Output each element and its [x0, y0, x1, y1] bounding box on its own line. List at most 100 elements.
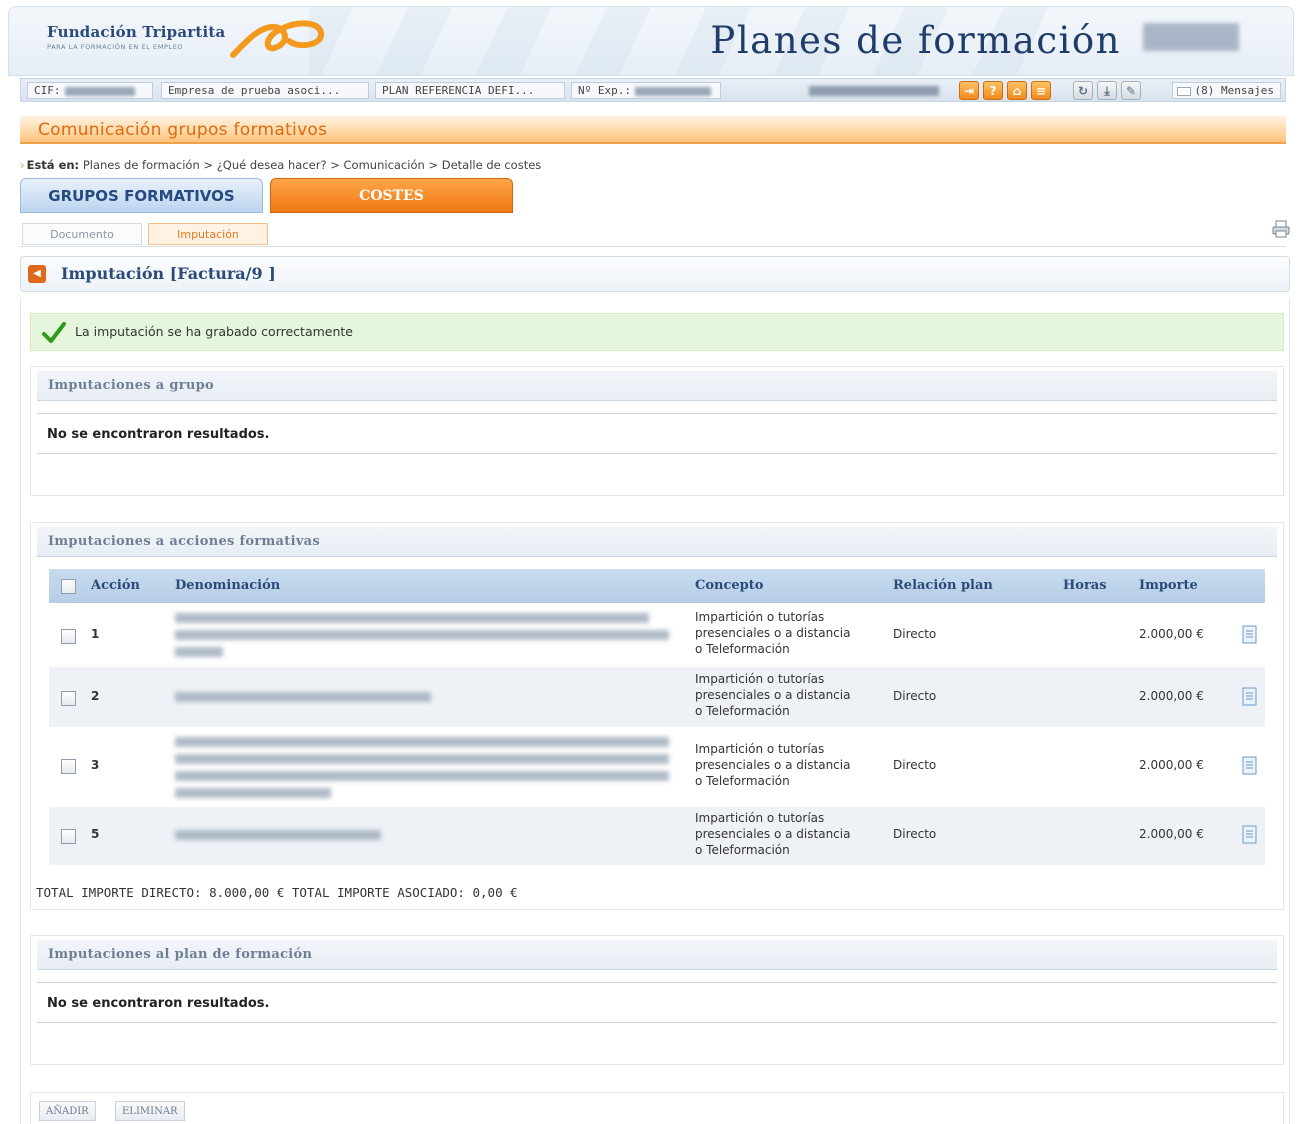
delete-button[interactable]: ELIMINAR [115, 1101, 185, 1121]
redacted-denominacion [175, 613, 649, 623]
section-banner: Comunicación grupos formativos [20, 116, 1286, 144]
concepto-line: o Teleformación [695, 774, 790, 788]
col-concepto[interactable]: Concepto [695, 578, 763, 593]
select-all-checkbox[interactable] [61, 579, 76, 594]
document-icon[interactable] [1241, 687, 1259, 707]
relacion-cell: Directo [893, 689, 937, 703]
col-importe[interactable]: Importe [1139, 578, 1198, 593]
redacted-denominacion [175, 830, 381, 840]
breadcrumb-arrow-icon: › [20, 158, 25, 172]
col-denominacion[interactable]: Denominación [175, 578, 280, 593]
table-header: Acción Denominación Concepto Relación pl… [49, 569, 1265, 603]
redacted-denominacion [175, 737, 669, 747]
concepto-cell: Impartición o tutorías presenciales o a … [695, 609, 895, 657]
concepto-line: o Teleformación [695, 843, 790, 857]
cif-field: CIF: [27, 82, 153, 99]
help-icon[interactable]: ? [983, 81, 1003, 100]
no-results-text: No se encontraron resultados. [47, 427, 270, 442]
document-icon[interactable] [1241, 625, 1259, 645]
messages-button[interactable]: (8) Mensajes [1171, 82, 1281, 99]
table-row: 5 Impartición o tutorías presenciales o … [49, 807, 1265, 865]
importe-cell: 2.000,00 € [1139, 758, 1204, 772]
panel-imputaciones-plan: Imputaciones al plan de formación No se … [30, 935, 1284, 1065]
redacted-exp [634, 86, 711, 96]
home-icon[interactable]: ⌂ [1007, 81, 1027, 100]
plan-field: PLAN REFERENCIA DEFI... [375, 82, 565, 99]
redacted-denominacion [175, 788, 331, 798]
check-icon [42, 322, 66, 343]
subtab-documento[interactable]: Documento [22, 223, 142, 245]
redacted-denominacion [175, 754, 669, 764]
panel-title: Imputaciones a acciones formativas [48, 534, 321, 549]
notes-icon[interactable]: ≡ [1031, 81, 1051, 100]
accion-number: 3 [91, 758, 100, 772]
panel-header: Imputaciones a acciones formativas [37, 527, 1277, 557]
breadcrumb-label: Está en: [26, 158, 80, 172]
app-title: Planes de formación [710, 19, 1121, 62]
redacted-denominacion [175, 771, 669, 781]
exit-icon[interactable]: ⇥ [959, 81, 979, 100]
tab-grupos-formativos[interactable]: GRUPOS FORMATIVOS [20, 178, 263, 213]
breadcrumb-path[interactable]: Planes de formación > ¿Qué desea hacer? … [83, 158, 541, 172]
actions-bar: AÑADIR ELIMINAR [30, 1092, 1284, 1124]
col-accion[interactable]: Acción [91, 578, 140, 593]
row-checkbox[interactable] [61, 629, 76, 644]
success-text: La imputación se ha grabado correctament… [75, 324, 353, 339]
concepto-line: o Teleformación [695, 704, 790, 718]
messages-label: (8) Mensajes [1194, 84, 1274, 97]
redacted-year [1143, 23, 1239, 51]
panel-imputaciones-grupo: Imputaciones a grupo No se encontraron r… [30, 366, 1284, 496]
row-checkbox[interactable] [61, 829, 76, 844]
panel-title: Imputaciones al plan de formación [48, 947, 313, 962]
relacion-cell: Directo [893, 758, 937, 772]
redacted-denominacion [175, 647, 223, 657]
concepto-line: presenciales o a distancia [695, 688, 851, 702]
print-icon[interactable] [1271, 219, 1291, 239]
concepto-line: Impartición o tutorías [695, 672, 825, 686]
app-header: Fundación Tripartita PARA LA FORMACIÓN E… [8, 6, 1294, 76]
success-message: La imputación se ha grabado correctament… [30, 313, 1284, 351]
table-row: 1 Impartición o tutorías presenciales o … [49, 605, 1265, 665]
totals-text: TOTAL IMPORTE DIRECTO: 8.000,00 € TOTAL … [36, 885, 518, 900]
panel-header: Imputaciones a grupo [37, 371, 1277, 401]
document-icon[interactable] [1241, 825, 1259, 845]
concepto-line: presenciales o a distancia [695, 827, 851, 841]
accion-number: 1 [91, 627, 100, 641]
subtab-imputacion[interactable]: Imputación [148, 223, 268, 245]
row-checkbox[interactable] [61, 759, 76, 774]
concepto-line: Impartición o tutorías [695, 742, 825, 756]
page-title: Imputación [Factura/9 ] [61, 264, 276, 283]
table-row: 2 Impartición o tutorías presenciales o … [49, 667, 1265, 727]
concepto-line: o Teleformación [695, 642, 790, 656]
row-checkbox[interactable] [61, 691, 76, 706]
divider [37, 1022, 1277, 1023]
refresh-icon[interactable]: ↻ [1073, 81, 1093, 100]
edit-icon[interactable]: ✎ [1121, 81, 1141, 100]
concepto-cell: Impartición o tutorías presenciales o a … [695, 741, 895, 789]
importe-cell: 2.000,00 € [1139, 827, 1204, 841]
info-bar: CIF: Empresa de prueba asoci... PLAN REF… [20, 78, 1286, 102]
divider [37, 413, 1277, 414]
company-field: Empresa de prueba asoci... [161, 82, 369, 99]
col-relacion-plan[interactable]: Relación plan [893, 578, 993, 593]
relacion-cell: Directo [893, 627, 937, 641]
back-icon[interactable]: ◀ [28, 265, 46, 283]
cif-label: CIF: [34, 84, 61, 97]
tab-costes[interactable]: COSTES [270, 178, 513, 213]
divider [37, 453, 1277, 454]
concepto-line: Impartición o tutorías [695, 610, 825, 624]
concepto-cell: Impartición o tutorías presenciales o a … [695, 671, 895, 719]
add-button[interactable]: AÑADIR [39, 1101, 96, 1121]
concepto-line: Impartición o tutorías [695, 811, 825, 825]
exp-label: Nº Exp.: [578, 84, 631, 97]
col-horas[interactable]: Horas [1063, 578, 1107, 593]
document-icon[interactable] [1241, 756, 1259, 776]
breadcrumb: › Está en: Planes de formación > ¿Qué des… [20, 158, 541, 172]
logo-swirl-icon [230, 20, 324, 58]
logo[interactable]: Fundación Tripartita PARA LA FORMACIÓN E… [47, 23, 225, 51]
relacion-cell: Directo [893, 827, 937, 841]
concepto-cell: Impartición o tutorías presenciales o a … [695, 810, 895, 858]
download-icon[interactable]: ⤓ [1097, 81, 1117, 100]
table-row: 3 Impartición o tutorías presenciales o … [49, 729, 1265, 805]
accion-number: 2 [91, 689, 100, 703]
